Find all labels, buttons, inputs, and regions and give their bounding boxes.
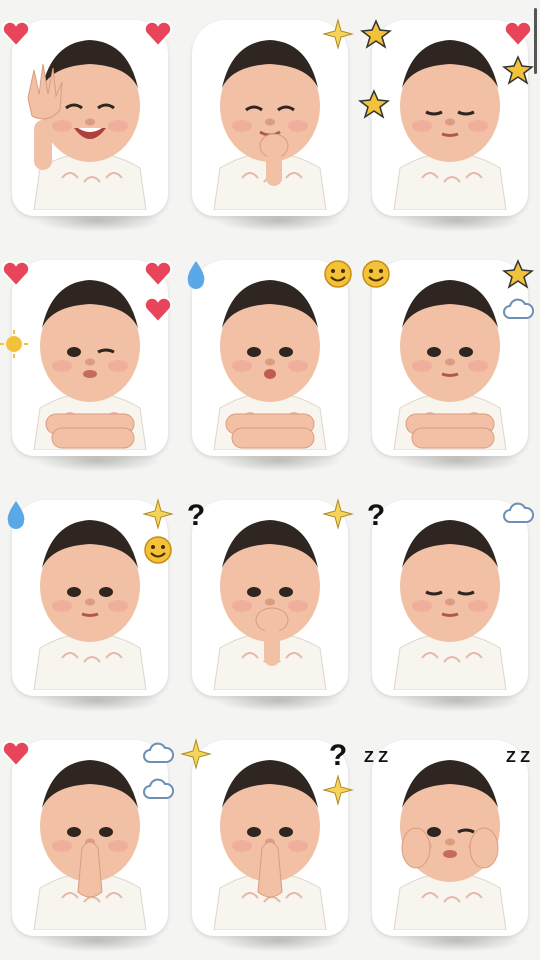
- baby-illustration: [33, 280, 147, 450]
- zzz-icon: Z Z: [360, 738, 392, 770]
- heart-icon: [142, 258, 174, 290]
- svg-text:Z Z: Z Z: [506, 749, 530, 766]
- baby-illustration: [393, 280, 507, 450]
- question-mark-icon: ?: [360, 498, 392, 530]
- heart-icon: [0, 738, 32, 770]
- sticker-item[interactable]: [180, 0, 360, 240]
- sticker-item[interactable]: [0, 720, 180, 960]
- smiley-icon: [142, 534, 174, 566]
- cloud-icon: [502, 294, 534, 326]
- sticker-grid: ? ? ? Z Z Z Z: [0, 0, 540, 960]
- sparkle-icon: [322, 498, 354, 530]
- baby-illustration: [27, 40, 147, 210]
- heart-icon: [142, 18, 174, 50]
- droplet-icon: [0, 498, 32, 530]
- smiley-icon: [322, 258, 354, 290]
- baby-illustration: [393, 520, 507, 690]
- heart-icon: [0, 18, 32, 50]
- svg-text:?: ?: [367, 499, 385, 530]
- heart-icon: [142, 294, 174, 326]
- baby-illustration: [33, 520, 147, 690]
- svg-text:?: ?: [329, 739, 347, 770]
- sticker-item[interactable]: [0, 0, 180, 240]
- sticker-item[interactable]: [0, 480, 180, 720]
- star-icon: [358, 88, 390, 120]
- sticker-item[interactable]: [358, 0, 540, 240]
- sticker-item[interactable]: Z ZZ Z: [360, 720, 540, 960]
- sparkle-icon: [142, 498, 174, 530]
- question-mark-icon: ?: [322, 738, 354, 770]
- sticker-item[interactable]: ?: [180, 720, 360, 960]
- baby-illustration: [213, 40, 327, 210]
- sticker-item[interactable]: [360, 240, 540, 480]
- sticker-item[interactable]: ?: [360, 480, 540, 720]
- heart-icon: [0, 258, 32, 290]
- star-icon: [502, 54, 534, 86]
- sticker-item[interactable]: [180, 240, 360, 480]
- droplet-icon: [180, 258, 212, 290]
- svg-text:Z Z: Z Z: [364, 749, 388, 766]
- star-icon: [360, 18, 392, 50]
- baby-illustration: [213, 760, 327, 930]
- baby-illustration: [393, 760, 507, 930]
- scrollbar[interactable]: [534, 8, 537, 74]
- star-icon: [502, 258, 534, 290]
- cloud-icon: [502, 498, 534, 530]
- sun-icon: [0, 328, 30, 360]
- smiley-icon: [360, 258, 392, 290]
- cloud-icon: [142, 738, 174, 770]
- heart-icon: [502, 18, 534, 50]
- sticker-item[interactable]: ?: [180, 480, 360, 720]
- sticker-item[interactable]: [0, 240, 180, 480]
- sparkle-icon: [322, 774, 354, 806]
- zzz-icon: Z Z: [502, 738, 534, 770]
- baby-illustration: [393, 40, 507, 210]
- baby-illustration: [33, 760, 147, 930]
- sparkle-icon: [180, 738, 212, 770]
- baby-illustration: [213, 520, 327, 690]
- baby-illustration: [213, 280, 327, 450]
- question-mark-icon: ?: [180, 498, 212, 530]
- sparkle-icon: [322, 18, 354, 50]
- svg-text:?: ?: [187, 499, 205, 530]
- cloud-icon: [142, 774, 174, 806]
